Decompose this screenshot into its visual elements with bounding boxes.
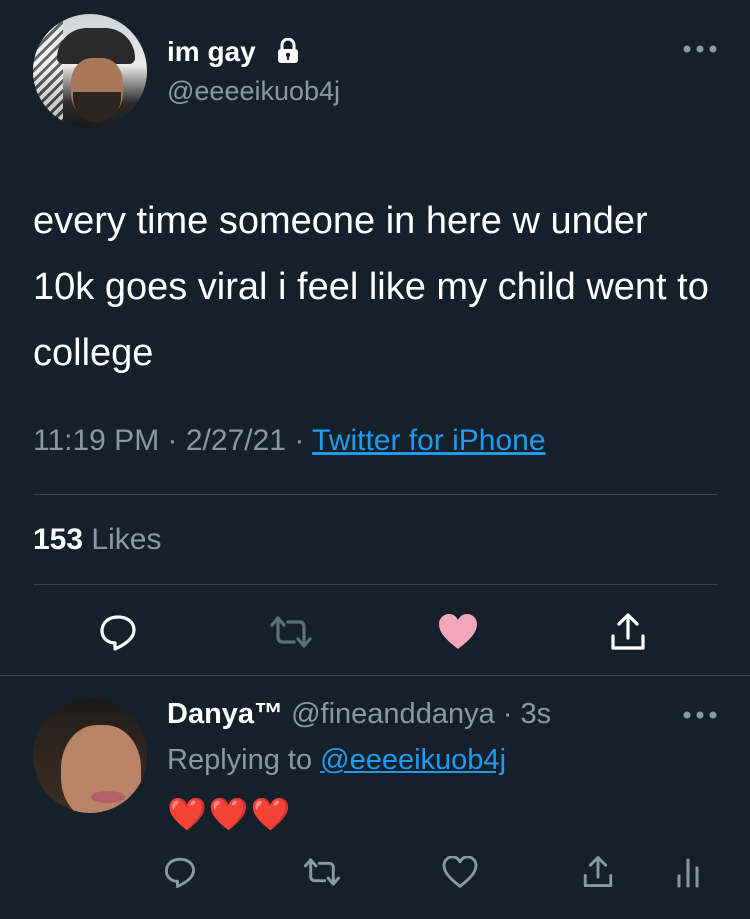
avatar-lips: [91, 791, 125, 803]
share-icon: [583, 856, 613, 888]
reply-button[interactable]: [160, 852, 200, 892]
reply-author-handle[interactable]: @fineanddanya: [291, 698, 495, 730]
like-icon: [439, 614, 477, 649]
tweet-time: 11:19 PM: [33, 424, 160, 457]
meta-separator: ·: [167, 424, 178, 457]
retweet-icon: [304, 858, 340, 886]
share-icon: [611, 613, 645, 650]
reply-button[interactable]: [96, 610, 140, 654]
divider: [0, 675, 750, 676]
reply-separator: ·: [502, 698, 513, 730]
retweet-button[interactable]: [300, 852, 344, 892]
retweet-button[interactable]: [266, 610, 316, 654]
avatar-background: [33, 14, 63, 128]
replying-to: Replying to @eeeeikuob4j: [167, 744, 506, 777]
retweet-icon: [270, 616, 312, 648]
replying-to-link[interactable]: @eeeeikuob4j: [320, 744, 506, 776]
like-button[interactable]: [440, 852, 480, 892]
analytics-icon: [677, 858, 699, 888]
likes-label: Likes: [91, 523, 162, 556]
share-button[interactable]: [606, 610, 650, 654]
reply-header: Danya™ @fineanddanya · 3s: [167, 698, 551, 731]
tweet-meta: 11:19 PM · 2/27/21 · Twitter for iPhone: [33, 424, 546, 458]
share-button[interactable]: [578, 852, 618, 892]
likes-summary[interactable]: 153 Likes: [33, 523, 161, 557]
replying-prefix: Replying to: [167, 744, 313, 776]
like-icon: [442, 856, 478, 888]
author-display-name[interactable]: im gay: [167, 36, 256, 68]
reply-icon: [100, 615, 136, 651]
reply-time[interactable]: 3s: [521, 698, 552, 730]
analytics-button[interactable]: [670, 852, 706, 892]
likes-count: 153: [33, 523, 84, 556]
tweet-date: 2/27/21: [185, 424, 286, 457]
author-handle[interactable]: @eeeeikuob4j: [167, 76, 340, 107]
tweet-text: every time someone in here w under 10k g…: [33, 200, 709, 374]
reply-icon: [164, 857, 196, 888]
reply-author-avatar[interactable]: [33, 699, 147, 813]
author-avatar[interactable]: [33, 14, 147, 128]
avatar-beard: [73, 92, 121, 122]
tweet-source-link[interactable]: Twitter for iPhone: [312, 424, 545, 457]
reply-author-name[interactable]: Danya™: [167, 698, 283, 730]
like-button[interactable]: [436, 610, 480, 654]
divider: [33, 584, 717, 585]
more-icon[interactable]: [680, 708, 720, 722]
more-icon[interactable]: [680, 42, 720, 56]
lock-icon: [278, 38, 298, 63]
meta-separator: ·: [294, 424, 305, 457]
reply-text: ❤️❤️❤️: [167, 796, 293, 832]
divider: [33, 494, 717, 495]
